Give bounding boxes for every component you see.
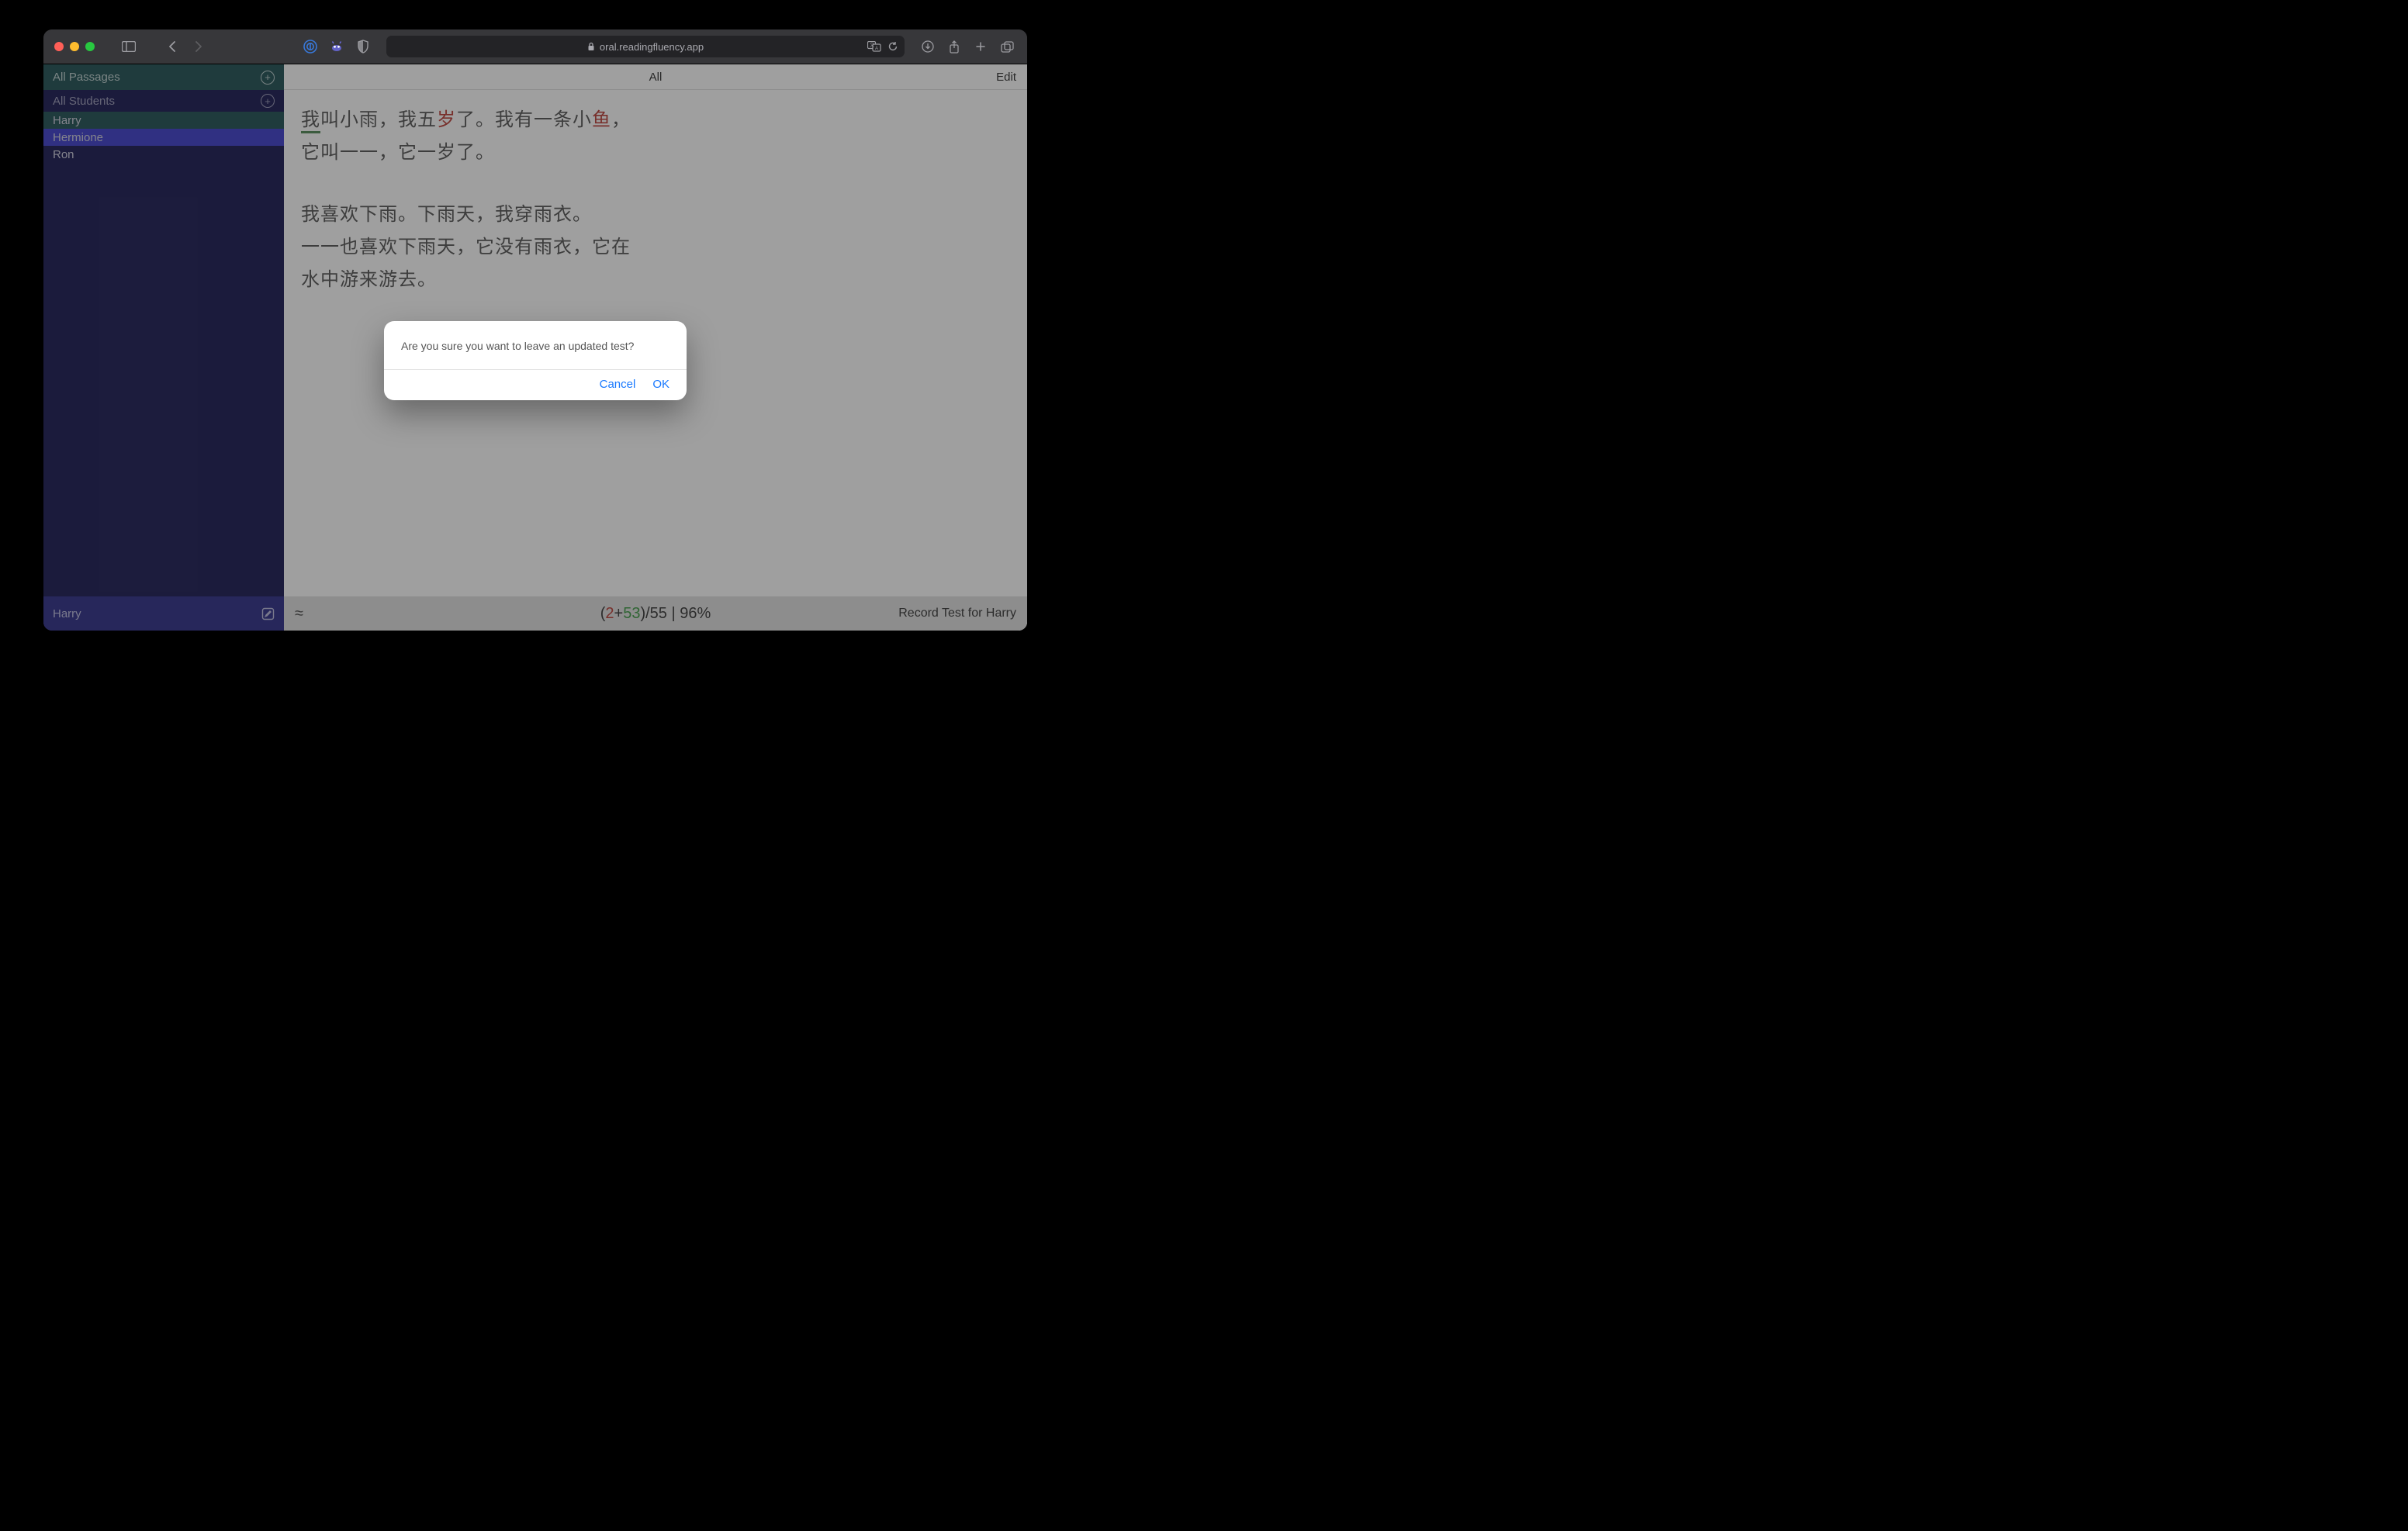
score-pct: 96%: [680, 605, 711, 622]
sidebar-footer: Harry: [43, 596, 284, 631]
add-student-icon[interactable]: +: [261, 94, 275, 108]
passages-label: All Passages: [53, 71, 120, 84]
right-toolbar: [919, 37, 1016, 56]
student-item-hermione[interactable]: Hermione: [43, 129, 284, 146]
forward-button: [189, 37, 208, 56]
student-name: Hermione: [53, 131, 103, 144]
dialog-buttons: Cancel OK: [384, 369, 687, 400]
svg-text:文: 文: [870, 42, 874, 48]
main-footer: ≈ (2+53)/55 | 96% Record Test for Harry: [284, 596, 1027, 631]
close-window-button[interactable]: [54, 42, 64, 51]
reload-icon[interactable]: [887, 41, 898, 52]
onepassword-icon[interactable]: [301, 37, 320, 56]
sidebar-toggle-icon[interactable]: [119, 37, 138, 56]
window-controls: [54, 42, 95, 51]
minimize-window-button[interactable]: [70, 42, 79, 51]
downloads-icon[interactable]: [919, 37, 937, 56]
score-display: (2+53)/55 | 96%: [600, 605, 711, 623]
cancel-button[interactable]: Cancel: [600, 378, 636, 391]
lock-icon: [587, 42, 595, 51]
passage-line-4: 一一也喜欢下雨天，它没有雨衣，它在: [301, 231, 670, 264]
extension-icons: [301, 37, 372, 56]
extension-icon[interactable]: [327, 37, 346, 56]
error-char: 岁: [437, 109, 456, 130]
student-item-harry[interactable]: Harry: [43, 112, 284, 129]
underlined-char: 我: [301, 109, 320, 133]
edit-button[interactable]: Edit: [996, 71, 1016, 84]
students-label: All Students: [53, 95, 115, 108]
passage-text[interactable]: 我我叫小雨，我五叫小雨，我五岁了。我有一条小鱼， 它叫一一，它一岁了。 我喜欢下…: [284, 90, 687, 310]
score-correct: 53: [623, 605, 640, 622]
address-bar[interactable]: oral.readingfluency.app 文A: [386, 36, 905, 57]
shield-icon[interactable]: [354, 37, 372, 56]
error-char: 鱼: [592, 109, 611, 130]
edit-student-icon[interactable]: [261, 607, 275, 620]
url-text: oral.readingfluency.app: [600, 41, 704, 53]
passage-line-5: 水中游来游去。: [301, 264, 670, 296]
wave-icon[interactable]: ≈: [295, 605, 303, 623]
translate-icon[interactable]: 文A: [867, 41, 881, 52]
browser-window: oral.readingfluency.app 文A: [43, 29, 1027, 631]
main-header: All Edit: [284, 64, 1027, 90]
new-tab-icon[interactable]: [971, 37, 990, 56]
students-header[interactable]: All Students +: [43, 90, 284, 112]
score-errors: 2: [605, 605, 614, 622]
zoom-window-button[interactable]: [85, 42, 95, 51]
back-button[interactable]: [163, 37, 182, 56]
record-test-button[interactable]: Record Test for Harry: [898, 607, 1016, 620]
svg-text:A: A: [875, 47, 878, 51]
passage-line-3: 我喜欢下雨。下雨天，我穿雨衣。: [301, 199, 670, 231]
nav-buttons: [163, 37, 208, 56]
dialog-message: Are you sure you want to leave an update…: [384, 321, 687, 369]
passage-line-2: 它叫一一，它一岁了。: [301, 137, 670, 169]
ok-button[interactable]: OK: [652, 378, 669, 391]
passage-line-1: 我我叫小雨，我五叫小雨，我五岁了。我有一条小鱼，: [301, 104, 670, 137]
current-student-name: Harry: [53, 607, 81, 620]
passages-header[interactable]: All Passages +: [43, 64, 284, 90]
titlebar: oral.readingfluency.app 文A: [43, 29, 1027, 64]
sidebar: All Passages + All Students + Harry Herm…: [43, 64, 284, 631]
student-item-ron[interactable]: Ron: [43, 146, 284, 163]
share-icon[interactable]: [945, 37, 964, 56]
student-name: Ron: [53, 148, 74, 161]
confirm-dialog: Are you sure you want to leave an update…: [384, 321, 687, 400]
tab-all[interactable]: All: [649, 71, 663, 84]
student-name: Harry: [53, 114, 81, 127]
add-passage-icon[interactable]: +: [261, 71, 275, 85]
tabs-icon[interactable]: [998, 37, 1016, 56]
